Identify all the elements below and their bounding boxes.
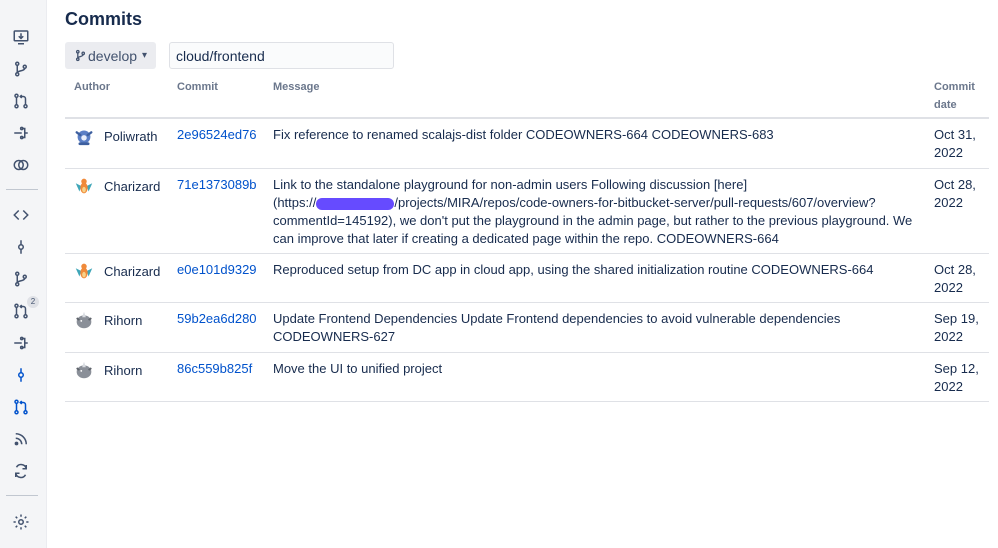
commit-author[interactable]: Rihorn (104, 312, 142, 330)
pull-requests-active-icon[interactable] (9, 395, 33, 419)
commit-hash-link[interactable]: 71e1373089b (177, 176, 257, 194)
redacted-host (316, 197, 395, 210)
commit-date-column-header: Commit date (934, 81, 975, 111)
commit-message: Link to the standalone playground for no… (273, 177, 913, 246)
commit-author[interactable]: Rihorn (104, 362, 142, 380)
commit-message: Move the UI to unified project (273, 361, 443, 376)
commit-date: Oct 28, 2022 (934, 177, 976, 210)
commit-date: Sep 12, 2022 (934, 361, 979, 394)
table-row: Rihorn 59b2ea6d280 Update Frontend Depen… (65, 303, 989, 353)
create-branch-icon[interactable] (9, 57, 33, 81)
avatar[interactable] (73, 359, 95, 381)
sidebar-divider (6, 495, 38, 496)
feed-icon[interactable] (9, 427, 33, 451)
repository-filter-input[interactable] (169, 42, 394, 69)
branch-icon (75, 49, 86, 62)
table-row: Charizard 71e1373089b Link to the standa… (65, 169, 989, 254)
pull-requests-count-badge: 2 (27, 296, 39, 308)
message-column-header: Message (273, 81, 320, 93)
commit-hash-link[interactable]: e0e101d9329 (177, 261, 257, 279)
author-column-header: Author (74, 81, 111, 93)
commit-hash-link[interactable]: 59b2ea6d280 (177, 310, 257, 328)
sync-icon[interactable] (9, 459, 33, 483)
commit-author[interactable]: Charizard (104, 178, 160, 196)
settings-icon[interactable] (9, 510, 33, 534)
commit-message: Update Frontend Dependencies Update Fron… (273, 311, 841, 344)
chevron-down-icon: ▾ (142, 50, 148, 61)
repository-sidebar: 2 (0, 0, 47, 548)
sidebar-divider (6, 189, 38, 190)
source-icon[interactable] (9, 203, 33, 227)
commit-author[interactable]: Charizard (104, 263, 160, 281)
commits-icon[interactable] (9, 235, 33, 259)
commit-hash-link[interactable]: 86c559b825f (177, 360, 252, 378)
table-row: Charizard e0e101d9329 Reproduced setup f… (65, 254, 989, 303)
commits-active-icon[interactable] (9, 363, 33, 387)
clone-icon[interactable] (9, 25, 33, 49)
commit-column-header: Commit (177, 81, 218, 93)
compare-icon[interactable] (9, 153, 33, 177)
avatar[interactable] (73, 125, 95, 147)
commit-message: Reproduced setup from DC app in cloud ap… (273, 262, 874, 277)
commit-date: Oct 28, 2022 (934, 262, 976, 295)
branches-icon[interactable] (9, 267, 33, 291)
fork-icon[interactable] (9, 121, 33, 145)
avatar[interactable] (73, 260, 95, 282)
branch-selector[interactable]: develop ▾ (65, 42, 156, 69)
commit-author[interactable]: Poliwrath (104, 128, 157, 146)
page-title: Commits (65, 9, 143, 29)
commit-date: Sep 19, 2022 (934, 311, 979, 344)
branch-name: develop (88, 47, 138, 64)
forks-icon[interactable] (9, 331, 33, 355)
avatar[interactable] (73, 175, 95, 197)
avatar[interactable] (73, 309, 95, 331)
create-pull-request-icon[interactable] (9, 89, 33, 113)
commit-date: Oct 31, 2022 (934, 127, 976, 160)
commit-hash-link[interactable]: 2e96524ed76 (177, 126, 257, 144)
table-row: Poliwrath 2e96524ed76 Fix reference to r… (65, 119, 989, 169)
commit-message: Fix reference to renamed scalajs-dist fo… (273, 127, 774, 142)
table-row: Rihorn 86c559b825f Move the UI to unifie… (65, 353, 989, 402)
